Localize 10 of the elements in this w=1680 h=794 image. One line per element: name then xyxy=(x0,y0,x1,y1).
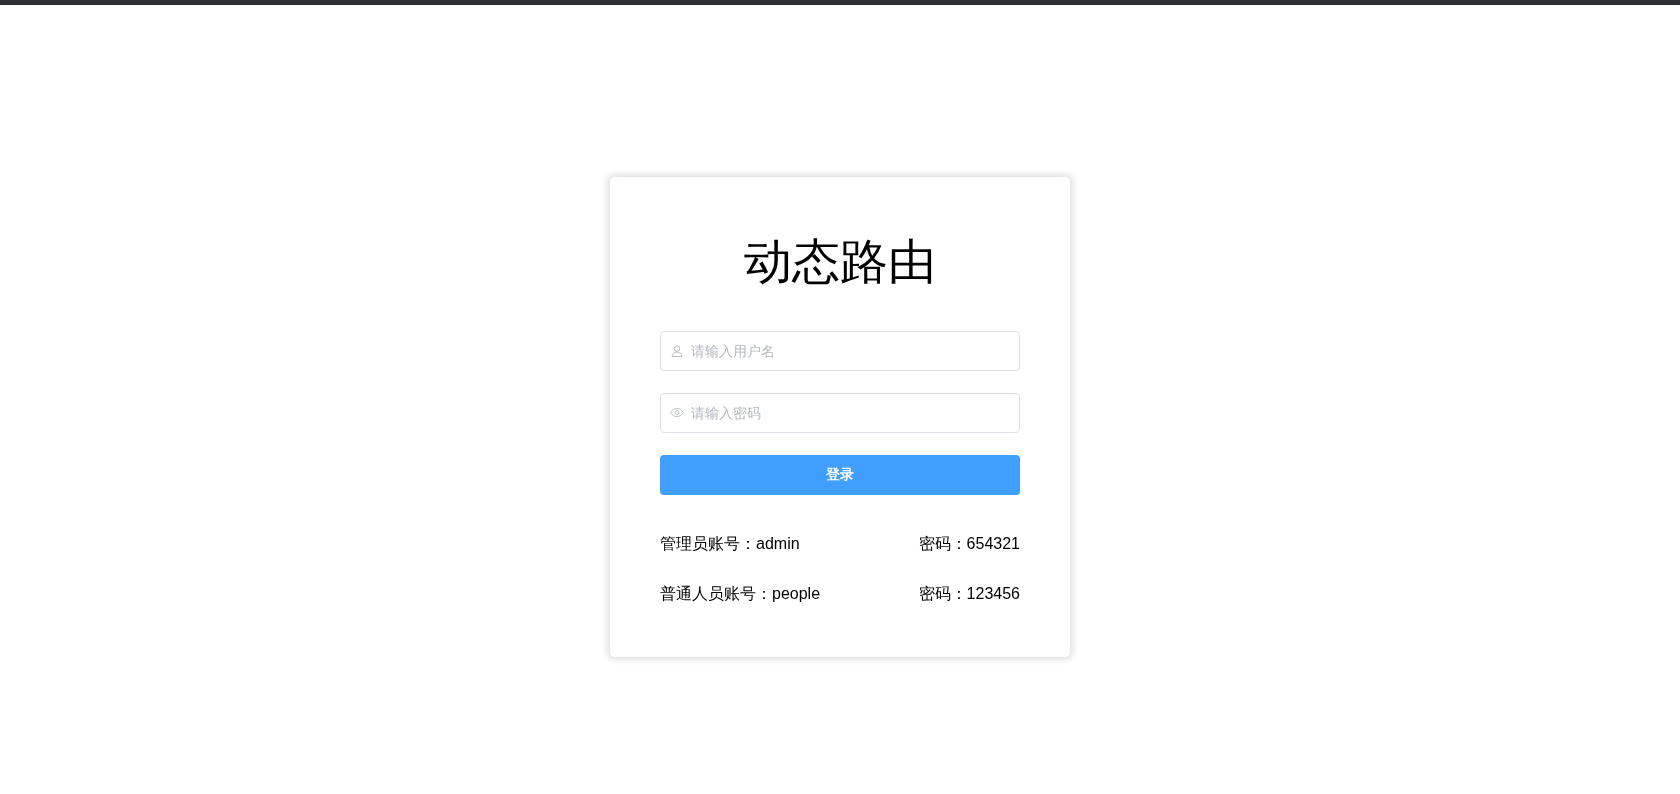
password-field[interactable]: 请输入密码 xyxy=(660,392,1020,433)
username-field[interactable]: 请输入用户名 xyxy=(660,330,1020,371)
login-title: 动态路由 xyxy=(744,234,936,290)
password-text: 密码：654321 xyxy=(918,533,1020,554)
eye-icon xyxy=(670,407,684,417)
password-text: 密码：123456 xyxy=(918,583,1020,604)
account-text: 管理员账号：admin xyxy=(660,533,800,554)
login-button[interactable]: 登录 xyxy=(660,454,1020,495)
person-icon xyxy=(671,344,683,357)
account-text: 普通人员账号：people xyxy=(660,583,821,604)
